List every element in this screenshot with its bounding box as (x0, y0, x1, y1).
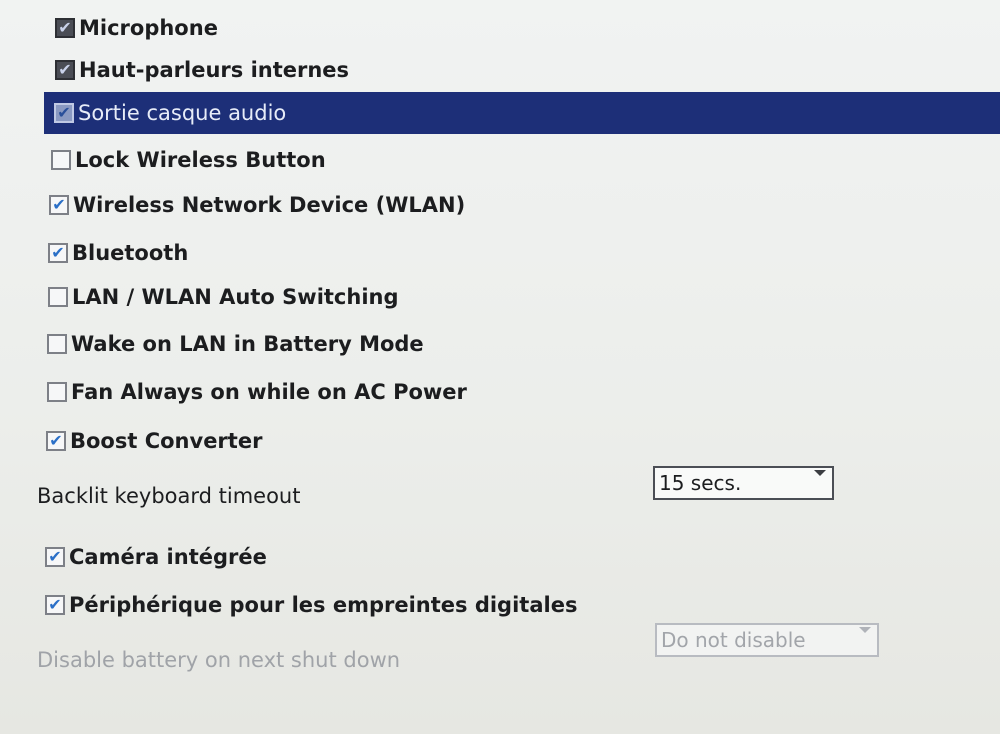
setting-label: Microphone (79, 16, 218, 40)
check-mark-icon: ✔ (52, 195, 66, 214)
setting-microphone[interactable]: ✔ Microphone (55, 8, 218, 48)
setting-label: Boost Converter (70, 429, 263, 453)
checkbox[interactable] (47, 382, 67, 402)
setting-label: Caméra intégrée (69, 545, 267, 569)
setting-wlan[interactable]: ✔ Wireless Network Device (WLAN) (49, 185, 465, 225)
checkbox[interactable]: ✔ (55, 60, 75, 80)
setting-label: Wireless Network Device (WLAN) (73, 193, 466, 217)
check-mark-icon: ✔ (57, 103, 71, 122)
check-mark-icon: ✔ (48, 547, 62, 566)
setting-lan-wlan-switching[interactable]: LAN / WLAN Auto Switching (48, 277, 399, 317)
check-mark-icon: ✔ (58, 60, 72, 79)
checkbox[interactable]: ✔ (55, 18, 75, 38)
setting-label: Sortie casque audio (78, 101, 287, 125)
setting-label: Fan Always on while on AC Power (71, 380, 467, 404)
backlit-timeout-label: Backlit keyboard timeout (37, 484, 301, 508)
setting-label: Wake on LAN in Battery Mode (71, 332, 424, 356)
setting-integrated-camera[interactable]: ✔ Caméra intégrée (45, 537, 267, 577)
setting-label: Lock Wireless Button (75, 148, 326, 172)
checkbox[interactable]: ✔ (45, 595, 65, 615)
checkbox[interactable] (51, 150, 71, 170)
disable-battery-label: Disable battery on next shut down (37, 648, 401, 672)
setting-fan-always-on[interactable]: Fan Always on while on AC Power (47, 372, 467, 412)
checkbox[interactable] (48, 287, 68, 307)
backlit-timeout-value: 15 secs. (659, 471, 742, 495)
checkbox[interactable]: ✔ (45, 547, 65, 567)
setting-headphone-output[interactable]: ✔ Sortie casque audio (44, 92, 1000, 134)
check-mark-icon: ✔ (58, 18, 72, 37)
checkbox[interactable]: ✔ (49, 195, 69, 215)
checkbox[interactable]: ✔ (48, 243, 68, 263)
check-mark-icon: ✔ (49, 431, 63, 450)
setting-internal-speakers[interactable]: ✔ Haut-parleurs internes (55, 50, 349, 90)
disable-battery-select: Do not disable (655, 623, 879, 657)
setting-lock-wireless-button[interactable]: Lock Wireless Button (51, 140, 326, 180)
disable-battery-value: Do not disable (661, 628, 806, 652)
setting-boost-converter[interactable]: ✔ Boost Converter (46, 421, 262, 461)
checkbox[interactable]: ✔ (54, 103, 74, 123)
setting-label: LAN / WLAN Auto Switching (72, 285, 399, 309)
check-mark-icon: ✔ (48, 595, 62, 614)
setting-fingerprint-device[interactable]: ✔ Périphérique pour les empreintes digit… (45, 585, 577, 625)
setting-label: Bluetooth (72, 241, 189, 265)
setting-wake-on-lan[interactable]: Wake on LAN in Battery Mode (47, 324, 424, 364)
checkbox[interactable] (47, 334, 67, 354)
checkbox[interactable]: ✔ (46, 431, 66, 451)
setting-label: Périphérique pour les empreintes digital… (69, 593, 578, 617)
chevron-down-icon (814, 470, 826, 476)
setting-bluetooth[interactable]: ✔ Bluetooth (48, 233, 188, 273)
check-mark-icon: ✔ (51, 243, 65, 262)
backlit-timeout-select[interactable]: 15 secs. (653, 466, 834, 500)
chevron-down-icon (859, 627, 871, 633)
setting-label: Haut-parleurs internes (79, 58, 350, 82)
